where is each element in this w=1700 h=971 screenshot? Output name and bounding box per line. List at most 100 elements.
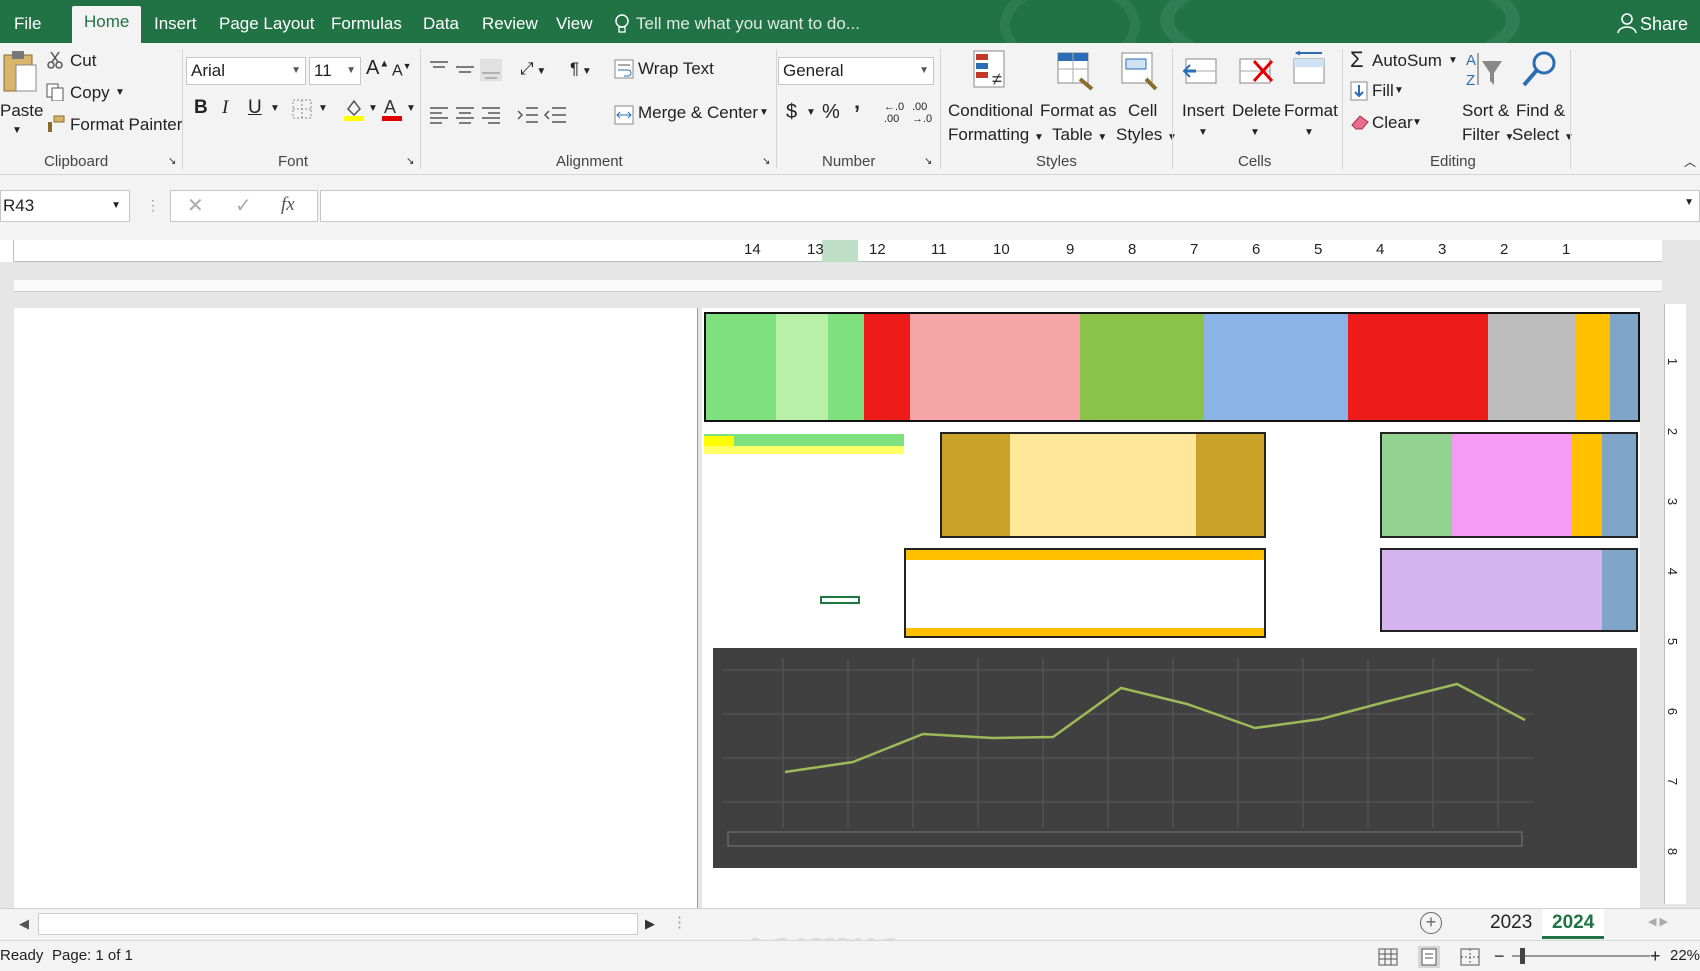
sheet-tab-2023[interactable]: 2023 (1480, 909, 1542, 939)
font-launcher-icon[interactable]: ↘ (406, 156, 414, 167)
paste-button[interactable]: Paste (0, 101, 43, 121)
delete-dropdown-icon[interactable]: ▼ (1250, 127, 1260, 138)
collapse-ribbon-icon[interactable]: ︿ (1684, 153, 1696, 170)
decrease-font-icon[interactable]: A▼ (392, 61, 412, 80)
normal-view-icon[interactable] (1378, 948, 1398, 966)
tab-data[interactable]: Data (423, 8, 459, 43)
zoom-in-icon[interactable]: + (1650, 941, 1661, 971)
tab-file[interactable]: File (14, 8, 41, 43)
page-break-view-icon[interactable] (1460, 948, 1480, 966)
format-cells-button[interactable]: Format (1284, 101, 1338, 121)
bold-button[interactable]: B (194, 97, 208, 119)
font-name-select[interactable]: Arial ▼ (186, 57, 306, 85)
text-direction-icon[interactable]: ¶ ▼ (570, 59, 592, 79)
number-launcher-icon[interactable]: ↘ (924, 156, 932, 167)
horizontal-align-icons[interactable] (428, 105, 504, 125)
insert-function-icon[interactable]: fx (281, 194, 295, 216)
percent-button[interactable]: % (822, 101, 840, 124)
zoom-slider[interactable] (1512, 955, 1650, 957)
sort-filter-icon: AZ (1466, 52, 1502, 89)
font-color-icon[interactable]: A (380, 97, 404, 121)
name-box[interactable]: R43 ▼ (0, 190, 130, 222)
scroll-right-icon[interactable]: ▶ (640, 913, 660, 935)
clipboard-launcher-icon[interactable]: ↘ (168, 156, 176, 167)
increase-decimal-button[interactable]: ←.0.00 (884, 101, 908, 125)
ruler-number: 2 (1500, 241, 1509, 258)
scroll-left-icon[interactable]: ◀ (14, 913, 34, 935)
tab-page-layout[interactable]: Page Layout (219, 8, 314, 43)
vertical-align-icons[interactable] (428, 59, 504, 81)
currency-button[interactable]: $ (786, 101, 797, 124)
selected-cell[interactable] (820, 596, 860, 604)
cell-styles-label-2[interactable]: Styles ▼ (1116, 125, 1177, 145)
sheet-tab-2024[interactable]: 2024 (1542, 909, 1605, 939)
formula-input[interactable] (320, 190, 1700, 222)
find-select-button[interactable]: Find & (1516, 101, 1565, 121)
underline-dropdown-icon[interactable]: ▼ (270, 103, 280, 114)
copy-dropdown-icon[interactable]: ▼ (115, 87, 125, 98)
page-layout-view-icon[interactable] (1418, 946, 1440, 968)
sort-filter-button[interactable]: Sort & (1462, 101, 1509, 121)
borders-dropdown-icon[interactable]: ▼ (318, 103, 328, 114)
tab-insert[interactable]: Insert (154, 8, 197, 43)
tab-home[interactable]: Home (72, 6, 142, 43)
insert-dropdown-icon[interactable]: ▼ (1198, 127, 1208, 138)
indent-icons[interactable] (516, 105, 568, 125)
autosum-button[interactable]: AutoSum (1372, 51, 1442, 71)
sort-filter-label-2[interactable]: Filter ▼ (1462, 125, 1514, 145)
borders-icon[interactable] (292, 99, 312, 119)
horizontal-scrollbar[interactable] (38, 913, 638, 935)
tell-me-search[interactable]: Tell me what you want to do... (636, 8, 860, 40)
italic-button[interactable]: I (222, 97, 228, 119)
conditional-formatting-button[interactable]: Conditional (948, 101, 1033, 121)
decrease-decimal-button[interactable]: .00 →.0 (912, 101, 936, 125)
insert-cells-button[interactable]: Insert (1182, 101, 1225, 121)
add-sheet-icon[interactable]: + (1420, 912, 1442, 934)
format-as-table-button[interactable]: Format as (1040, 101, 1117, 121)
orientation-icon[interactable]: ⤢ ▼ (520, 59, 546, 79)
comma-button[interactable]: ’ (854, 101, 860, 127)
fill-color-dropdown-icon[interactable]: ▼ (368, 103, 378, 114)
select-all-corner[interactable] (0, 240, 14, 262)
underline-button[interactable]: U (248, 97, 262, 119)
delete-cells-button[interactable]: Delete (1232, 101, 1281, 121)
expand-formula-icon[interactable]: ▼ (1684, 197, 1694, 208)
zoom-level[interactable]: 22% (1670, 941, 1700, 971)
format-as-table-label-2[interactable]: Table ▼ (1052, 125, 1107, 145)
wrap-text-button[interactable]: Wrap Text (638, 59, 714, 79)
cut-button[interactable]: Cut (70, 51, 96, 71)
cell-styles-button[interactable]: Cell (1128, 101, 1157, 121)
format-painter-button[interactable]: Format Painter (70, 115, 182, 135)
font-group-label: Font (278, 153, 309, 170)
clear-button[interactable]: Clear (1372, 113, 1413, 133)
sheet-nav-icon[interactable]: ◀ ▶ (1648, 915, 1668, 928)
blank-page[interactable] (14, 308, 698, 908)
currency-dropdown-icon[interactable]: ▼ (806, 107, 816, 118)
font-color-dropdown-icon[interactable]: ▼ (406, 103, 416, 114)
clear-dropdown-icon[interactable]: ▼ (1412, 117, 1422, 128)
alignment-launcher-icon[interactable]: ↘ (762, 156, 770, 167)
merge-center-button[interactable]: Merge & Center (638, 103, 758, 123)
increase-font-icon[interactable]: A▲ (366, 57, 389, 80)
zoom-slider-handle[interactable] (1520, 948, 1525, 964)
fill-button[interactable]: Fill (1372, 81, 1394, 101)
find-select-label-2[interactable]: Select ▼ (1512, 125, 1574, 145)
font-size-select[interactable]: 11 ▼ (309, 57, 361, 85)
paste-dropdown-icon[interactable]: ▼ (12, 125, 22, 136)
number-format-select[interactable]: General ▼ (778, 57, 934, 85)
cancel-icon[interactable]: ✕ (187, 193, 204, 218)
fill-dropdown-icon[interactable]: ▼ (1394, 85, 1404, 96)
enter-icon[interactable]: ✓ (235, 193, 252, 218)
tab-review[interactable]: Review (482, 8, 538, 43)
copy-button[interactable]: Copy (70, 83, 110, 103)
tab-view[interactable]: View (556, 8, 593, 43)
splitter-icon[interactable]: ⋮ (672, 913, 687, 931)
tab-formulas[interactable]: Formulas (331, 8, 402, 43)
merge-dropdown-icon[interactable]: ▼ (759, 107, 769, 118)
format-dropdown-icon[interactable]: ▼ (1304, 127, 1314, 138)
autosum-dropdown-icon[interactable]: ▼ (1448, 55, 1458, 66)
fill-color-icon[interactable] (342, 97, 366, 121)
zoom-out-icon[interactable]: − (1494, 941, 1505, 971)
conditional-formatting-label-2[interactable]: Formatting ▼ (948, 125, 1044, 145)
share-button[interactable]: Share (1640, 8, 1688, 40)
